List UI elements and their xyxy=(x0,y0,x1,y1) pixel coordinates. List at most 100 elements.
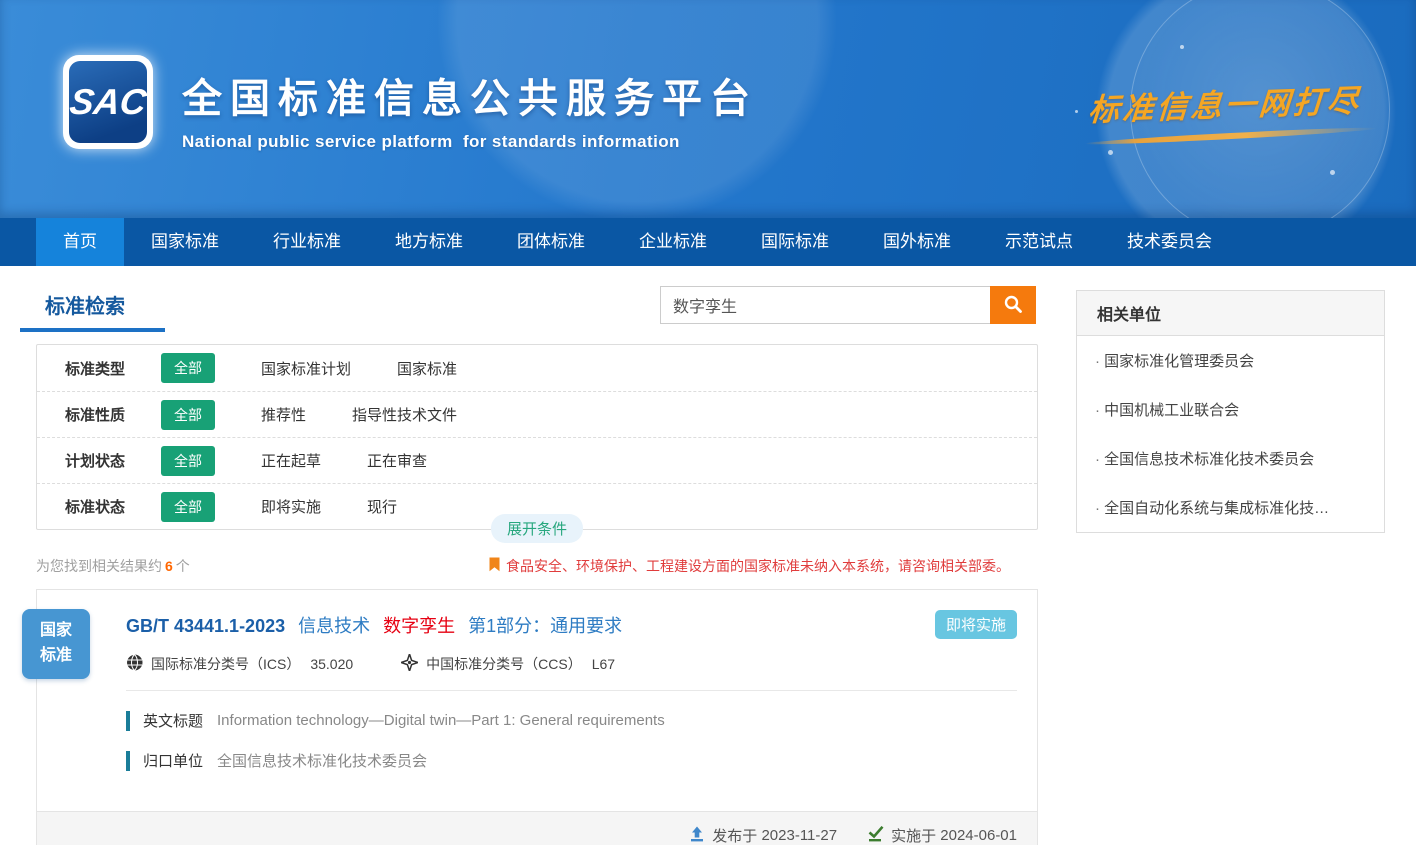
implemented-label: 实施于 xyxy=(891,825,936,845)
nav-tab-group-standards[interactable]: 团体标准 xyxy=(490,218,612,266)
teal-bar xyxy=(126,711,130,731)
english-title-row: 英文标题 Information technology—Digital twin… xyxy=(126,710,1017,731)
compass-icon xyxy=(401,654,426,674)
expand-conditions-button[interactable]: 展开条件 xyxy=(491,514,583,543)
filter-row-standard-nature: 标准性质 全部 推荐性 指导性技术文件 xyxy=(37,391,1037,437)
filter-label: 标准类型 xyxy=(65,358,131,379)
filter-option[interactable]: 国家标准 xyxy=(397,358,457,379)
classification-row: 国际标准分类号（ICS） 35.020 中国标准分类号（CCS） xyxy=(126,654,1017,674)
card-footer: 发布于 2023-11-27 实施于 2024-06-01 xyxy=(37,811,1037,845)
related-unit-link[interactable]: 中国机械工业联合会 xyxy=(1077,385,1384,434)
filter-label: 计划状态 xyxy=(65,450,131,471)
slogan-block: 标准信息一网打尽 xyxy=(1085,80,1365,139)
sac-logo: SAC xyxy=(63,55,153,149)
notice: 食品安全、环境保护、工程建设方面的国家标准未纳入本系统，请咨询相关部委。 xyxy=(489,556,1010,576)
filter-row-plan-status: 计划状态 全部 正在起草 正在审查 xyxy=(37,437,1037,483)
filter-option[interactable]: 正在起草 xyxy=(261,450,321,471)
standard-title-seg2: 第1部分：通用要求 xyxy=(468,616,622,636)
card-divider xyxy=(126,690,1017,691)
result-count-suffix: 个 xyxy=(176,558,190,574)
committee-row: 归口单位 全国信息技术标准化技术委员会 xyxy=(126,750,1017,771)
filter-panel: 标准类型 全部 国家标准计划 国家标准 标准性质 全部 推荐性 指导性技术文件 … xyxy=(36,344,1038,530)
published-date-item: 发布于 2023-11-27 xyxy=(689,825,837,845)
publish-upload-icon xyxy=(689,826,712,845)
filter-row-standard-type: 标准类型 全部 国家标准计划 国家标准 xyxy=(37,345,1037,391)
filter-option[interactable]: 正在审查 xyxy=(367,450,427,471)
bookmark-icon xyxy=(489,557,506,575)
ics-item: 国际标准分类号（ICS） 35.020 xyxy=(126,654,353,674)
type-badge-line1: 国家 xyxy=(40,619,72,644)
type-badge-line2: 标准 xyxy=(40,644,72,669)
related-unit-link[interactable]: 全国自动化系统与集成标准化技… xyxy=(1077,483,1384,532)
sac-logo-text: SAC xyxy=(67,81,149,123)
related-units-panel: 相关单位 国家标准化管理委员会 中国机械工业联合会 全国信息技术标准化技术委员会… xyxy=(1076,290,1385,533)
standard-result-card: 国家 标准 即将实施 GB/T 43441.1-2023 信息技术 数字孪生 第… xyxy=(36,589,1038,845)
standard-title-link[interactable]: GB/T 43441.1-2023 信息技术 数字孪生 第1部分：通用要求 xyxy=(126,612,1017,638)
nav-tab-foreign-standards[interactable]: 国外标准 xyxy=(856,218,978,266)
standard-title-highlight: 数字孪生 xyxy=(383,616,455,636)
related-unit-link[interactable]: 全国信息技术标准化技术委员会 xyxy=(1077,434,1384,483)
nav-tab-industry-standards[interactable]: 行业标准 xyxy=(246,218,368,266)
filter-all-button[interactable]: 全部 xyxy=(161,446,215,476)
search-input[interactable] xyxy=(660,286,990,324)
filter-option[interactable]: 现行 xyxy=(367,496,397,517)
nav-tab-technical-committee[interactable]: 技术委员会 xyxy=(1100,218,1239,266)
implement-check-icon xyxy=(867,826,891,845)
status-badge: 即将实施 xyxy=(935,610,1017,639)
standard-code: GB/T 43441.1-2023 xyxy=(126,616,285,636)
result-count: 为您找到相关结果约6个 xyxy=(36,556,190,576)
ics-label: 国际标准分类号（ICS） xyxy=(151,654,300,674)
notice-text: 食品安全、环境保护、工程建设方面的国家标准未纳入本系统，请咨询相关部委。 xyxy=(506,556,1010,576)
committee-value: 全国信息技术标准化技术委员会 xyxy=(217,750,427,771)
slogan-text: 标准信息一网打尽 xyxy=(1087,75,1363,129)
filter-all-button[interactable]: 全部 xyxy=(161,353,215,383)
standard-title-seg1: 信息技术 xyxy=(298,616,370,636)
banner-dot xyxy=(1330,170,1335,175)
globe-icon xyxy=(126,654,151,674)
ccs-value: L67 xyxy=(592,656,615,672)
banner-dot xyxy=(1075,110,1078,113)
nav-tab-home[interactable]: 首页 xyxy=(36,218,124,266)
page-title: 标准检索 xyxy=(45,290,125,319)
filter-option[interactable]: 指导性技术文件 xyxy=(352,404,457,425)
nav-tab-national-standards[interactable]: 国家标准 xyxy=(124,218,246,266)
filter-option[interactable]: 推荐性 xyxy=(261,404,306,425)
filter-all-button[interactable]: 全部 xyxy=(161,400,215,430)
search-icon xyxy=(1003,294,1023,317)
implemented-date-item: 实施于 2024-06-01 xyxy=(867,825,1017,845)
published-date: 2023-11-27 xyxy=(761,827,837,844)
related-unit-link[interactable]: 国家标准化管理委员会 xyxy=(1077,336,1384,385)
result-count-prefix: 为您找到相关结果约 xyxy=(36,558,162,574)
nav-tab-international-standards[interactable]: 国际标准 xyxy=(734,218,856,266)
banner-dot xyxy=(1180,45,1184,49)
site-banner: SAC 全国标准信息公共服务平台 National public service… xyxy=(0,0,1416,218)
search-header: 标准检索 xyxy=(36,266,1038,344)
detail-label: 归口单位 xyxy=(143,750,203,771)
title-underline xyxy=(20,328,165,332)
filter-label: 标准性质 xyxy=(65,404,131,425)
search-box xyxy=(660,286,1036,324)
standard-type-badge: 国家 标准 xyxy=(22,609,90,679)
search-button[interactable] xyxy=(990,286,1036,324)
ics-value: 35.020 xyxy=(310,656,353,672)
main-nav: 首页 国家标准 行业标准 地方标准 团体标准 企业标准 国际标准 国外标准 示范… xyxy=(0,218,1416,266)
ccs-label: 中国标准分类号（CCS） xyxy=(426,654,582,674)
ccs-item: 中国标准分类号（CCS） L67 xyxy=(401,654,615,674)
published-label: 发布于 xyxy=(712,825,757,845)
result-meta-row: 为您找到相关结果约6个 食品安全、环境保护、工程建设方面的国家标准未纳入本系统，… xyxy=(36,556,1038,576)
implemented-date: 2024-06-01 xyxy=(940,827,1017,844)
filter-label: 标准状态 xyxy=(65,496,131,517)
detail-label: 英文标题 xyxy=(143,710,203,731)
filter-all-button[interactable]: 全部 xyxy=(161,492,215,522)
nav-tab-local-standards[interactable]: 地方标准 xyxy=(368,218,490,266)
banner-dot xyxy=(1108,150,1113,155)
site-subtitle: National public service platform for sta… xyxy=(182,132,758,152)
related-units-title: 相关单位 xyxy=(1077,291,1384,336)
teal-bar xyxy=(126,751,130,771)
filter-option[interactable]: 国家标准计划 xyxy=(261,358,351,379)
result-count-number: 6 xyxy=(162,558,176,574)
nav-tab-pilot[interactable]: 示范试点 xyxy=(978,218,1100,266)
nav-tab-enterprise-standards[interactable]: 企业标准 xyxy=(612,218,734,266)
sidebar: 相关单位 国家标准化管理委员会 中国机械工业联合会 全国信息技术标准化技术委员会… xyxy=(1076,290,1385,533)
filter-option[interactable]: 即将实施 xyxy=(261,496,321,517)
